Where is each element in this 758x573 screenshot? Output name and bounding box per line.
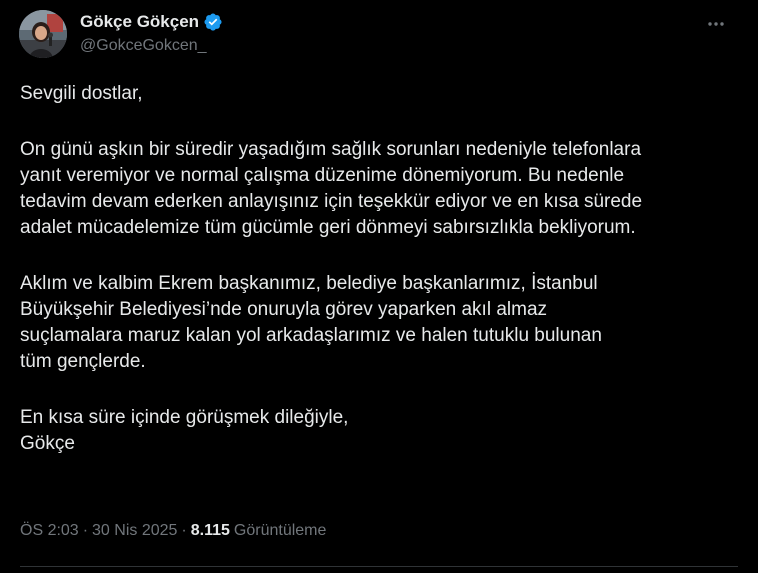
author-name-row: Gökçe Gökçen <box>80 11 223 33</box>
more-options-button[interactable] <box>700 8 732 40</box>
meta-separator: · <box>82 522 89 539</box>
author-handle[interactable]: @GokceGokcen_ <box>80 35 207 57</box>
avatar-photo <box>19 10 67 58</box>
divider <box>20 566 738 567</box>
tweet-text: Sevgili dostlar, On günü aşkın bir süred… <box>20 81 740 457</box>
tweet-paragraph-solidarity: Aklım ve kalbim Ekrem başkanımız, beledi… <box>20 273 602 372</box>
author-display-name[interactable]: Gökçe Gökçen <box>80 11 199 33</box>
tweet-paragraph-health: On günü aşkın bir süredir yaşadığım sağl… <box>20 139 643 238</box>
verified-badge-icon[interactable] <box>203 12 223 32</box>
tweet-paragraph-closing: En kısa süre içinde görüşmek dileğiyle, … <box>20 407 349 454</box>
tweet-time[interactable]: ÖS 2:03 <box>20 520 79 542</box>
tweet-meta: ÖS 2:03 · 30 Nis 2025 · 8.115 Görüntülem… <box>20 520 326 542</box>
views-label: Görüntüleme <box>233 522 327 539</box>
views-count: 8.115 <box>190 522 230 539</box>
avatar[interactable] <box>19 10 67 58</box>
tweet: Gökçe Gökçen @GokceGokcen_ Sevgili dostl… <box>0 0 758 573</box>
meta-separator: · <box>181 522 187 539</box>
tweet-paragraph-greeting: Sevgili dostlar, <box>20 83 143 104</box>
more-horizontal-icon <box>708 22 724 26</box>
tweet-date[interactable]: 30 Nis 2025 <box>92 520 177 542</box>
